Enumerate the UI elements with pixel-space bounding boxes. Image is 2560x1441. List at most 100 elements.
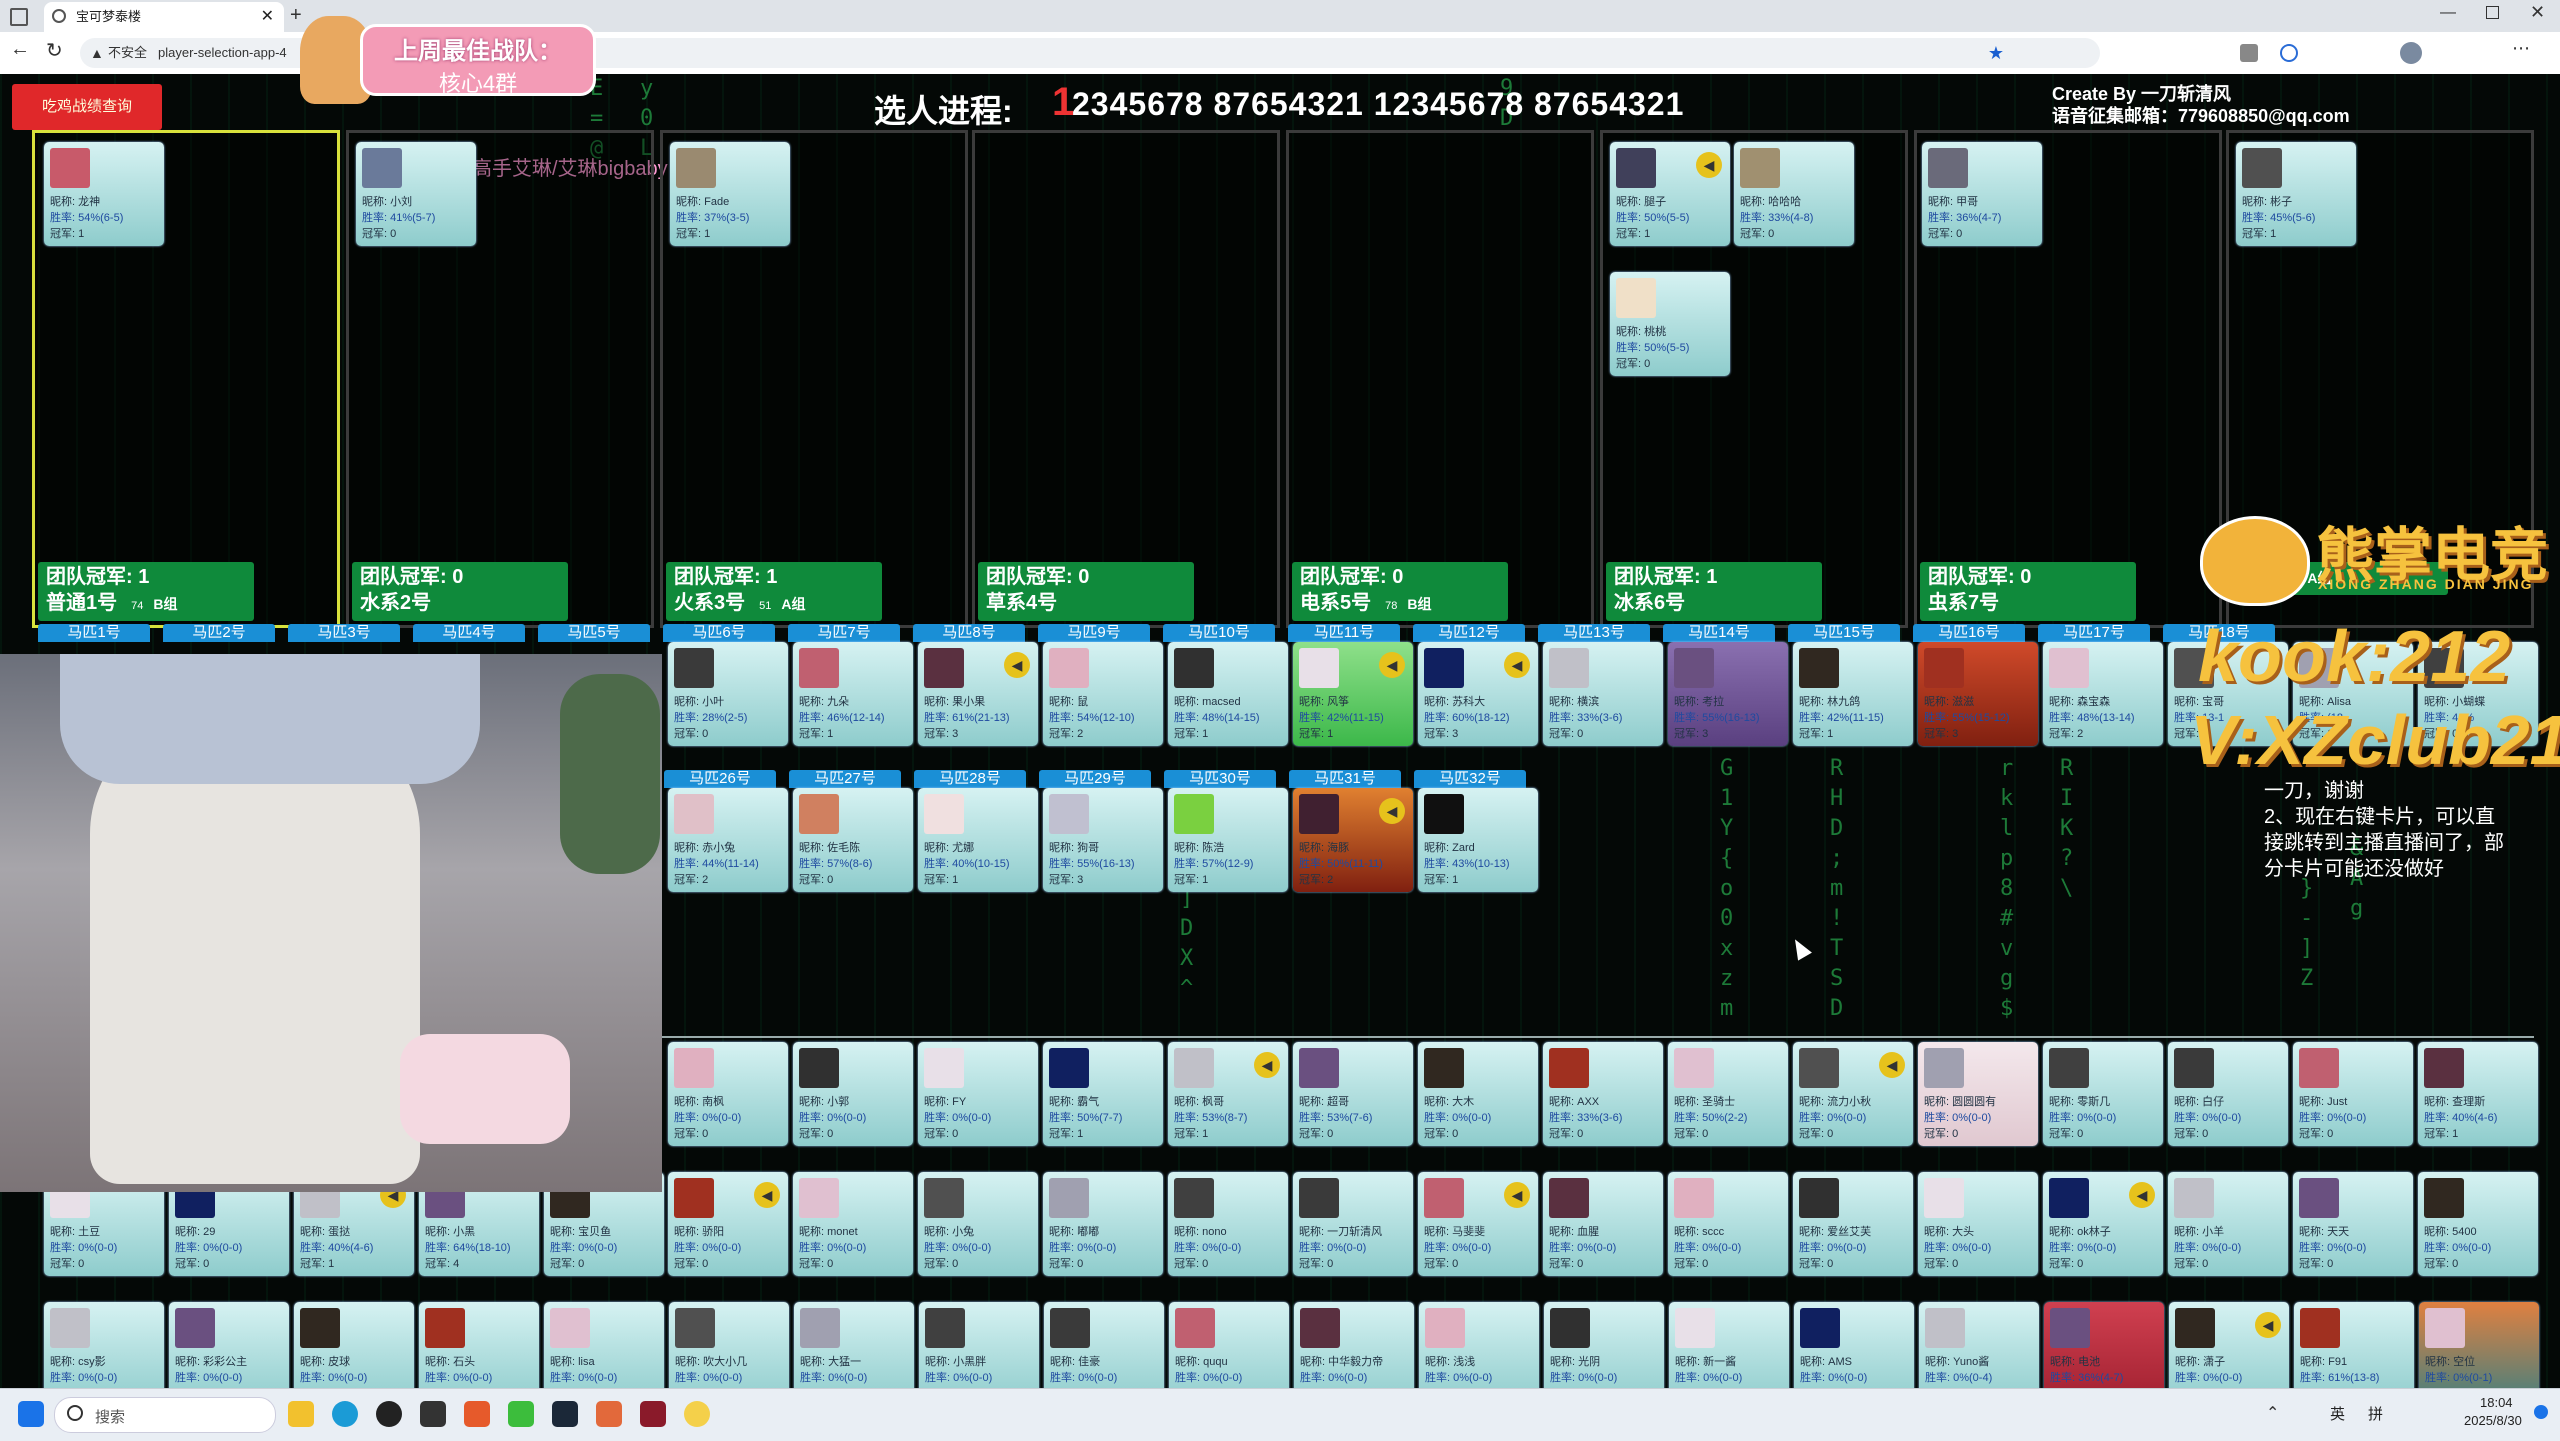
player-card[interactable]: 昵称: 哈哈哈 胜率: 33%(4-8) 冠军: 0	[1734, 142, 1854, 246]
player-card[interactable]: 昵称: 小羊 胜率: 0%(0-0) 冠军: 0	[2168, 1172, 2288, 1276]
player-card[interactable]: ◀ 昵称: 马斐斐 胜率: 0%(0-0) 冠军: 0	[1418, 1172, 1538, 1276]
player-card[interactable]: ◀ 昵称: 果小果 胜率: 61%(21-13) 冠军: 3	[918, 642, 1038, 746]
clock-date[interactable]: 2025/8/30	[2464, 1413, 2522, 1428]
team-column[interactable]	[972, 130, 1280, 628]
player-card[interactable]: 昵称: 彬子 胜率: 45%(5-6) 冠军: 1	[2236, 142, 2356, 246]
player-card[interactable]: 昵称: FY 胜率: 0%(0-0) 冠军: 0	[918, 1042, 1038, 1146]
player-card[interactable]: 昵称: 大头 胜率: 0%(0-0) 冠军: 0	[1918, 1172, 2038, 1276]
player-card[interactable]: ◀ 昵称: ok林子 胜率: 0%(0-0) 冠军: 0	[2043, 1172, 2163, 1276]
player-card[interactable]: 昵称: Just 胜率: 0%(0-0) 冠军: 0	[2293, 1042, 2413, 1146]
match-history-button[interactable]: 吃鸡战绩查询	[12, 84, 162, 130]
player-card[interactable]: 昵称: 九朵 胜率: 46%(12-14) 冠军: 1	[793, 642, 913, 746]
recorder-icon[interactable]	[376, 1401, 402, 1427]
player-card[interactable]: 昵称: 小兔 胜率: 0%(0-0) 冠军: 0	[918, 1172, 1038, 1276]
player-card[interactable]: 昵称: 滋滋 胜率: 55%(15-12) 冠军: 3	[1918, 642, 2038, 746]
player-card[interactable]: 昵称: monet 胜率: 0%(0-0) 冠军: 0	[793, 1172, 913, 1276]
player-card[interactable]: ◀ 昵称: 风筝 胜率: 42%(11-15) 冠军: 1	[1293, 642, 1413, 746]
browser-toolbar-icons: ⋯	[2110, 38, 2550, 64]
shield-icon[interactable]	[2280, 44, 2298, 62]
ime-mode-1[interactable]: 英	[2330, 1403, 2345, 1424]
player-card[interactable]: 昵称: 圣骑士 胜率: 50%(2-2) 冠军: 0	[1668, 1042, 1788, 1146]
player-card[interactable]: 昵称: 横滨 胜率: 33%(3-6) 冠军: 0	[1543, 642, 1663, 746]
file-explorer-icon[interactable]	[288, 1401, 314, 1427]
player-card[interactable]: 昵称: 考拉 胜率: 55%(16-13) 冠军: 3	[1668, 642, 1788, 746]
player-card[interactable]: 昵称: 尤娜 胜率: 40%(10-15) 冠军: 1	[918, 788, 1038, 892]
player-card[interactable]: 昵称: 大木 胜率: 0%(0-0) 冠军: 0	[1418, 1042, 1538, 1146]
team-column[interactable]	[1286, 130, 1594, 628]
player-card[interactable]: 昵称: 陈浩 胜率: 57%(12-9) 冠军: 1	[1168, 788, 1288, 892]
player-card[interactable]: 昵称: 爱丝艾芙 胜率: 0%(0-0) 冠军: 0	[1793, 1172, 1913, 1276]
player-card[interactable]: 昵称: macsed 胜率: 48%(14-15) 冠军: 1	[1168, 642, 1288, 746]
card-champ: 冠军: 0	[1799, 1128, 1834, 1140]
steam-icon[interactable]	[552, 1401, 578, 1427]
minimize-icon[interactable]: —	[2440, 4, 2456, 22]
player-card[interactable]: 昵称: 桃桃 胜率: 50%(5-5) 冠军: 0	[1610, 272, 1730, 376]
player-card[interactable]: ◀ 昵称: 苏科大 胜率: 60%(18-12) 冠军: 3	[1418, 642, 1538, 746]
window-menu-icon[interactable]	[10, 8, 28, 26]
clock-time[interactable]: 18:04	[2480, 1395, 2513, 1410]
player-card[interactable]: 昵称: 圆圆圆有 胜率: 0%(0-0) 冠军: 0	[1918, 1042, 2038, 1146]
close-window-icon[interactable]: ✕	[2530, 2, 2545, 23]
player-card[interactable]: 昵称: 佐毛陈 胜率: 57%(8-6) 冠军: 0	[793, 788, 913, 892]
maximize-icon[interactable]	[2486, 6, 2499, 19]
player-card[interactable]: ◀ 昵称: 流力小秋 胜率: 0%(0-0) 冠军: 0	[1793, 1042, 1913, 1146]
player-card[interactable]: 昵称: 零斯几 胜率: 0%(0-0) 冠军: 0	[2043, 1042, 2163, 1146]
player-card[interactable]: 昵称: 小叶 胜率: 28%(2-5) 冠军: 0	[668, 642, 788, 746]
back-icon[interactable]: ←	[10, 38, 30, 61]
player-card[interactable]: 昵称: 林九鸽 胜率: 42%(11-15) 冠军: 1	[1793, 642, 1913, 746]
player-card[interactable]: 昵称: Fade 胜率: 37%(3-5) 冠军: 1	[670, 142, 790, 246]
player-card[interactable]: ◀ 昵称: 海豚 胜率: 50%(11-11) 冠军: 2	[1293, 788, 1413, 892]
player-card[interactable]: 昵称: 龙神 胜率: 54%(6-5) 冠军: 1	[44, 142, 164, 246]
card-name: 昵称: 陈浩	[1174, 842, 1225, 854]
player-card[interactable]: 昵称: nono 胜率: 0%(0-0) 冠军: 0	[1168, 1172, 1288, 1276]
player-card[interactable]: 昵称: 小郭 胜率: 0%(0-0) 冠军: 0	[793, 1042, 913, 1146]
browser-tab[interactable]: 宝可梦泰楼 ✕	[44, 2, 284, 32]
card-name: 昵称: 森宝森	[2049, 696, 2111, 708]
wechat-icon[interactable]	[508, 1401, 534, 1427]
windows-start-icon[interactable]	[18, 1401, 44, 1427]
player-card[interactable]: 昵称: 嘟嘟 胜率: 0%(0-0) 冠军: 0	[1043, 1172, 1163, 1276]
reload-icon[interactable]: ↻	[46, 38, 63, 63]
player-card[interactable]: 昵称: Zard 胜率: 43%(10-13) 冠军: 1	[1418, 788, 1538, 892]
taskbar-search[interactable]: 搜索	[54, 1397, 276, 1433]
card-name: 昵称: nono	[1174, 1226, 1227, 1238]
app-icon[interactable]	[464, 1401, 490, 1427]
tab-close-icon[interactable]: ✕	[261, 2, 274, 32]
speaker-icon: ◀	[754, 1182, 780, 1208]
player-card[interactable]: 昵称: 天天 胜率: 0%(0-0) 冠军: 0	[2293, 1172, 2413, 1276]
team-group: A组	[781, 596, 806, 612]
mascot-app-icon[interactable]	[684, 1401, 710, 1427]
player-card[interactable]: 昵称: 一刀斩清风 胜率: 0%(0-0) 冠军: 0	[1293, 1172, 1413, 1276]
player-card[interactable]: 昵称: 鼠胜率: 54%(12-10) 冠军: 2	[1043, 642, 1163, 746]
obs-icon[interactable]	[420, 1401, 446, 1427]
notification-icon[interactable]	[2534, 1405, 2548, 1419]
menu-dots-icon[interactable]: ⋯	[2512, 38, 2530, 59]
player-card[interactable]: ◀ 昵称: 腿子 胜率: 50%(5-5) 冠军: 1	[1610, 142, 1730, 246]
ad-vx: V:XZclub212	[2190, 701, 2560, 779]
player-card[interactable]: ◀ 昵称: 骄阳 胜率: 0%(0-0) 冠军: 0	[668, 1172, 788, 1276]
player-card[interactable]: 昵称: 查理斯 胜率: 40%(4-6) 冠军: 1	[2418, 1042, 2538, 1146]
player-card[interactable]: 昵称: 5400 胜率: 0%(0-0) 冠军: 0	[2418, 1172, 2538, 1276]
player-card[interactable]: 昵称: 赤小兔 胜率: 44%(11-14) 冠军: 2	[668, 788, 788, 892]
player-card[interactable]: 昵称: 小刘 胜率: 41%(5-7) 冠军: 0	[356, 142, 476, 246]
player-card[interactable]: 昵称: AXX 胜率: 33%(3-6) 冠军: 0	[1543, 1042, 1663, 1146]
player-card[interactable]: 昵称: 南枫 胜率: 0%(0-0) 冠军: 0	[668, 1042, 788, 1146]
player-card[interactable]: 昵称: 森宝森 胜率: 48%(13-14) 冠军: 2	[2043, 642, 2163, 746]
card-champ: 冠军: 0	[674, 728, 709, 740]
ime-mode-2[interactable]: 拼	[2368, 1403, 2383, 1424]
player-card[interactable]: 昵称: 甲哥 胜率: 36%(4-7) 冠军: 0	[1922, 142, 2042, 246]
player-card[interactable]: 昵称: 超哥 胜率: 53%(7-6) 冠军: 0	[1293, 1042, 1413, 1146]
bookmark-star-icon[interactable]: ★	[1988, 38, 2004, 68]
player-card[interactable]: 昵称: 血腥 胜率: 0%(0-0) 冠军: 0	[1543, 1172, 1663, 1276]
tray-chevron-icon[interactable]: ⌃	[2266, 1403, 2279, 1423]
player-card[interactable]: ◀ 昵称: 枫哥 胜率: 53%(8-7) 冠军: 1	[1168, 1042, 1288, 1146]
game-icon[interactable]	[596, 1401, 622, 1427]
app2-icon[interactable]	[640, 1401, 666, 1427]
edge-icon[interactable]	[332, 1401, 358, 1427]
player-card[interactable]: 昵称: 狗哥 胜率: 55%(16-13) 冠军: 3	[1043, 788, 1163, 892]
extension-icon[interactable]	[2240, 44, 2258, 62]
player-card[interactable]: 昵称: 白仔 胜率: 0%(0-0) 冠军: 0	[2168, 1042, 2288, 1146]
player-card[interactable]: 昵称: sccc 胜率: 0%(0-0) 冠军: 0	[1668, 1172, 1788, 1276]
player-card[interactable]: 昵称: 霸气 胜率: 50%(7-7) 冠军: 1	[1043, 1042, 1163, 1146]
profile-icon[interactable]	[2400, 42, 2422, 64]
